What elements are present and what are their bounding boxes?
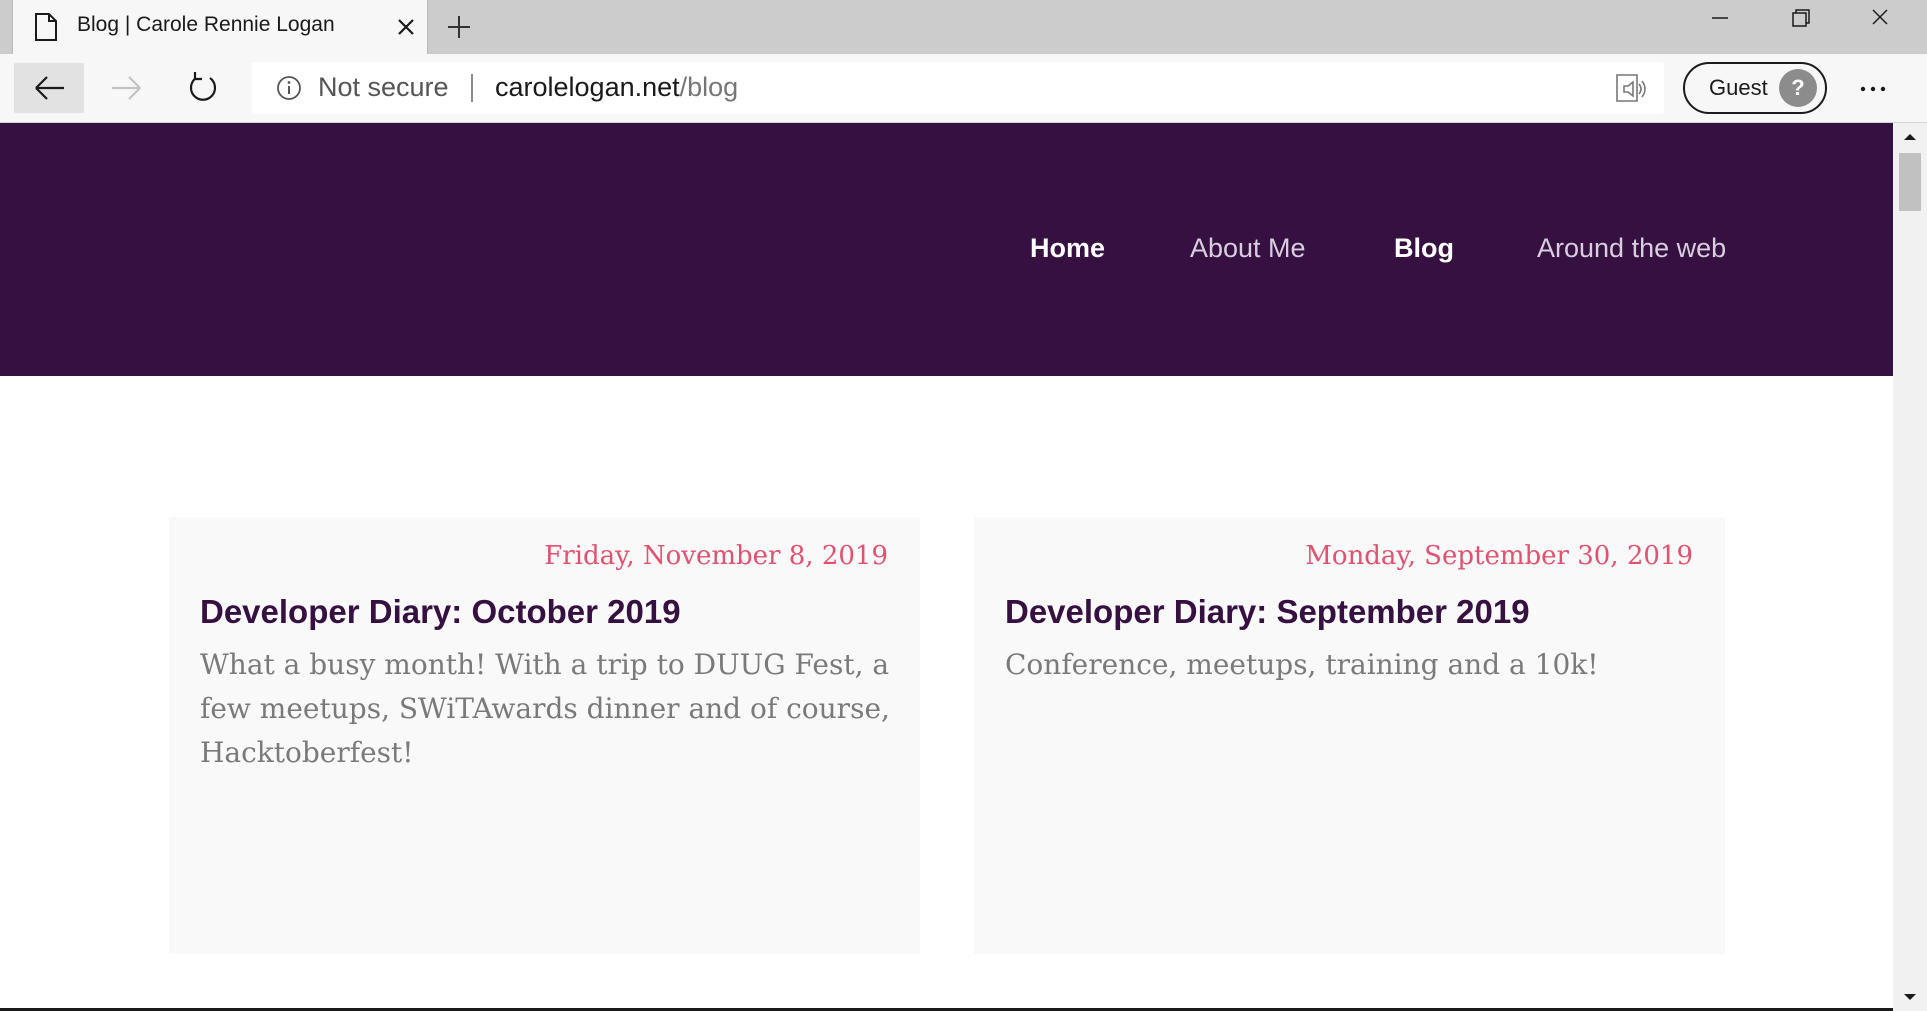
forward-arrow-icon[interactable] bbox=[92, 63, 162, 113]
page-icon bbox=[35, 13, 57, 41]
new-tab-icon[interactable] bbox=[444, 12, 474, 42]
url-host: carolelogan.net bbox=[495, 72, 680, 102]
back-arrow-icon[interactable] bbox=[14, 63, 84, 113]
profile-label: Guest bbox=[1709, 75, 1768, 100]
read-aloud-icon[interactable] bbox=[1614, 72, 1648, 104]
post-title-link[interactable]: Developer Diary: September 2019 bbox=[1005, 593, 1530, 631]
minimize-icon[interactable] bbox=[1680, 0, 1760, 40]
post-date: Friday, November 8, 2019 bbox=[544, 541, 888, 571]
address-divider bbox=[471, 74, 473, 102]
scroll-up-arrow-icon[interactable] bbox=[1893, 123, 1927, 151]
profile-button[interactable]: Guest ? bbox=[1683, 62, 1827, 114]
title-bar: Blog | Carole Rennie Logan bbox=[0, 0, 1927, 54]
restore-icon[interactable] bbox=[1760, 0, 1840, 40]
url-path: /blog bbox=[679, 72, 739, 102]
security-status[interactable]: Not secure bbox=[318, 72, 449, 103]
refresh-icon[interactable] bbox=[168, 63, 238, 113]
post-excerpt: Conference, meetups, training and a 10k! bbox=[1005, 648, 1599, 681]
nav-around-the-web[interactable]: Around the web bbox=[1537, 233, 1726, 264]
post-title-link[interactable]: Developer Diary: October 2019 bbox=[200, 593, 681, 631]
scrollbar-thumb[interactable] bbox=[1899, 153, 1921, 211]
browser-tab[interactable]: Blog | Carole Rennie Logan bbox=[12, 0, 428, 54]
window-close-icon[interactable] bbox=[1840, 0, 1920, 40]
blog-post-card[interactable]: Monday, September 30, 2019 Developer Dia… bbox=[974, 517, 1725, 954]
browser-toolbar: Not secure carolelogan.net/blog Guest ? bbox=[0, 54, 1927, 123]
nav-blog[interactable]: Blog bbox=[1394, 233, 1454, 264]
blog-post-card[interactable]: Friday, November 8, 2019 Developer Diary… bbox=[169, 517, 920, 954]
close-tab-icon[interactable] bbox=[393, 14, 419, 40]
scroll-down-arrow-icon[interactable] bbox=[1893, 983, 1927, 1011]
post-excerpt: What a busy month! With a trip to DUUG F… bbox=[200, 648, 890, 769]
post-date: Monday, September 30, 2019 bbox=[1305, 541, 1693, 571]
url-text[interactable]: carolelogan.net/blog bbox=[495, 72, 738, 103]
address-bar[interactable]: Not secure carolelogan.net/blog bbox=[252, 62, 1664, 114]
info-icon[interactable] bbox=[276, 75, 302, 101]
more-options-icon[interactable] bbox=[1850, 72, 1896, 106]
vertical-scrollbar[interactable] bbox=[1893, 123, 1927, 1011]
nav-about-me[interactable]: About Me bbox=[1190, 233, 1306, 264]
site-header: Home About Me Blog Around the web bbox=[0, 123, 1893, 376]
tab-title: Blog | Carole Rennie Logan bbox=[77, 13, 335, 36]
avatar: ? bbox=[1779, 69, 1817, 107]
nav-home[interactable]: Home bbox=[1030, 233, 1105, 264]
